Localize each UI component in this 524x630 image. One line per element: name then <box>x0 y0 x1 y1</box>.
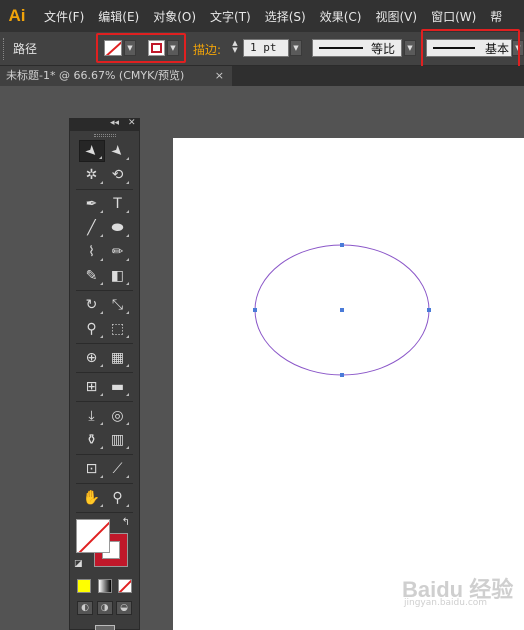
magic-wand-tool-icon: ✲ <box>85 167 98 183</box>
tool-row: ⤓ ◎ <box>70 404 139 428</box>
default-fill-stroke-icon[interactable]: ◪ <box>74 559 83 569</box>
zoom-tool-icon: ⚲ <box>112 490 123 506</box>
center-point[interactable] <box>340 308 344 312</box>
tool-row: ↻ ⤡ <box>70 293 139 317</box>
column-graph-tool-icon: ▥ <box>110 432 125 448</box>
magic-wand-tool-button[interactable]: ✲ <box>79 164 105 186</box>
gradient-mode-button[interactable] <box>97 579 112 593</box>
tool-row: ╱ ⬬ <box>70 216 139 240</box>
rotate-tool-icon: ↻ <box>85 297 98 313</box>
tool-row: ✒ T <box>70 192 139 216</box>
eraser-tool-button[interactable]: ◧ <box>105 265 131 287</box>
tool-row: ⚲ ⬚ <box>70 317 139 341</box>
lasso-tool-button[interactable]: ⟲ <box>105 164 131 186</box>
blob-brush-tool-icon: ✎ <box>85 268 98 284</box>
rotate-tool-button[interactable]: ↻ <box>79 294 105 316</box>
blend-tool-button[interactable]: ◎ <box>105 405 131 427</box>
color-mode-button[interactable] <box>77 579 91 593</box>
perspective-grid-tool-button[interactable]: ▦ <box>105 347 131 369</box>
blend-tool-icon: ◎ <box>111 408 124 424</box>
artboard-tool-button[interactable]: ⊡ <box>79 458 105 480</box>
paintbrush-tool-icon: ⌇ <box>88 244 95 260</box>
tool-row: ⚱ ▥ <box>70 428 139 452</box>
draw-normal-icon[interactable]: ◐ <box>77 601 93 615</box>
collapse-icon[interactable]: ◂◂ <box>110 118 119 128</box>
width-tool-button[interactable]: ⚲ <box>79 318 105 340</box>
swap-fill-stroke-icon[interactable]: ↰ <box>122 517 130 528</box>
anchor-point-left[interactable] <box>253 308 257 312</box>
tool-row: ⊡ ⟋ <box>70 457 139 481</box>
perspective-grid-tool-icon: ▦ <box>110 350 125 366</box>
tools-panel: ◂◂ ✕ ➤ ➤ ✲ ⟲ ✒ T ╱ ⬬ ⌇ ✏ ✎ ◧ ↻ ⤡ ⚲ ⬚ ⊕ ▦ ⊞ ▬ ⤓ ◎ ⚱ ▥ ⊡ ⟋ ✋ ⚲ ↰ ◪ ◐ … <box>69 118 140 630</box>
ellipse-tool-button[interactable]: ⬬ <box>105 217 131 239</box>
panel-close-icon[interactable]: ✕ <box>128 118 136 128</box>
symbol-sprayer-tool-icon: ⚱ <box>85 432 98 448</box>
column-graph-tool-button[interactable]: ▥ <box>105 429 131 451</box>
tools-panel-header[interactable]: ◂◂ ✕ <box>70 118 139 131</box>
scale-tool-button[interactable]: ⤡ <box>105 294 131 316</box>
width-tool-icon: ⚲ <box>86 321 97 337</box>
zoom-tool-button[interactable]: ⚲ <box>105 487 131 509</box>
scale-tool-icon: ⤡ <box>111 297 124 313</box>
artboard-tool-icon: ⊡ <box>85 461 98 477</box>
draw-inside-icon[interactable]: ◒ <box>116 601 132 615</box>
shape-builder-tool-icon: ⊕ <box>85 350 98 366</box>
line-segment-tool-icon: ╱ <box>87 220 96 236</box>
free-transform-tool-icon: ⬚ <box>110 321 125 337</box>
pencil-tool-icon: ✏ <box>111 244 124 260</box>
draw-mode-buttons: ◐ ◑ ◒ <box>70 597 139 619</box>
hand-tool-button[interactable]: ✋ <box>79 487 105 509</box>
eyedropper-tool-icon: ⤓ <box>88 408 95 424</box>
mesh-tool-button[interactable]: ⊞ <box>79 376 105 398</box>
selection-tool-icon: ➤ <box>81 141 102 161</box>
tool-grid: ➤ ➤ ✲ ⟲ ✒ T ╱ ⬬ ⌇ ✏ ✎ ◧ ↻ ⤡ ⚲ ⬚ ⊕ ▦ ⊞ ▬ ⤓ ◎ ⚱ ▥ ⊡ ⟋ ✋ ⚲ <box>70 139 139 510</box>
none-mode-button[interactable] <box>118 579 132 593</box>
fill-stroke-well: ↰ ◪ <box>70 515 139 575</box>
pen-tool-button[interactable]: ✒ <box>79 193 105 215</box>
anchor-point-top[interactable] <box>340 243 344 247</box>
gradient-tool-icon: ▬ <box>110 379 125 395</box>
anchor-point-right[interactable] <box>427 308 431 312</box>
tool-row: ✎ ◧ <box>70 264 139 288</box>
draw-behind-icon[interactable]: ◑ <box>96 601 113 615</box>
direct-selection-tool-icon: ➤ <box>107 141 128 161</box>
tool-row: ➤ ➤ <box>70 139 139 163</box>
tools-panel-grip[interactable] <box>70 131 139 139</box>
mesh-tool-icon: ⊞ <box>85 379 98 395</box>
type-tool-button[interactable]: T <box>105 193 131 215</box>
tool-row: ✋ ⚲ <box>70 486 139 510</box>
tool-row: ⊞ ▬ <box>70 375 139 399</box>
blob-brush-tool-button[interactable]: ✎ <box>79 265 105 287</box>
paintbrush-tool-button[interactable]: ⌇ <box>79 241 105 263</box>
eraser-tool-icon: ◧ <box>110 268 125 284</box>
anchor-point-bottom[interactable] <box>340 373 344 377</box>
slice-tool-icon: ⟋ <box>112 461 123 477</box>
line-segment-tool-button[interactable]: ╱ <box>79 217 105 239</box>
symbol-sprayer-tool-button[interactable]: ⚱ <box>79 429 105 451</box>
color-mode-buttons <box>70 575 139 597</box>
eyedropper-tool-button[interactable]: ⤓ <box>79 405 105 427</box>
screen-mode-button[interactable] <box>70 625 139 630</box>
shape-builder-tool-button[interactable]: ⊕ <box>79 347 105 369</box>
lasso-tool-icon: ⟲ <box>111 167 124 183</box>
slice-tool-button[interactable]: ⟋ <box>105 458 131 480</box>
pencil-tool-button[interactable]: ✏ <box>105 241 131 263</box>
free-transform-tool-button[interactable]: ⬚ <box>105 318 131 340</box>
screen-mode-icon <box>94 625 115 630</box>
direct-selection-tool-button[interactable]: ➤ <box>105 140 131 162</box>
fill-box[interactable] <box>76 519 110 553</box>
tool-row: ⊕ ▦ <box>70 346 139 370</box>
selection-tool-button[interactable]: ➤ <box>78 140 105 162</box>
ellipse-tool-icon: ⬬ <box>111 220 124 236</box>
tool-row: ⌇ ✏ <box>70 240 139 264</box>
watermark-url: jingyan.baidu.com <box>404 598 488 608</box>
tool-row: ✲ ⟲ <box>70 163 139 187</box>
type-tool-icon: T <box>113 196 122 212</box>
pen-tool-icon: ✒ <box>85 196 98 212</box>
hand-tool-icon: ✋ <box>82 490 101 506</box>
gradient-tool-button[interactable]: ▬ <box>105 376 131 398</box>
